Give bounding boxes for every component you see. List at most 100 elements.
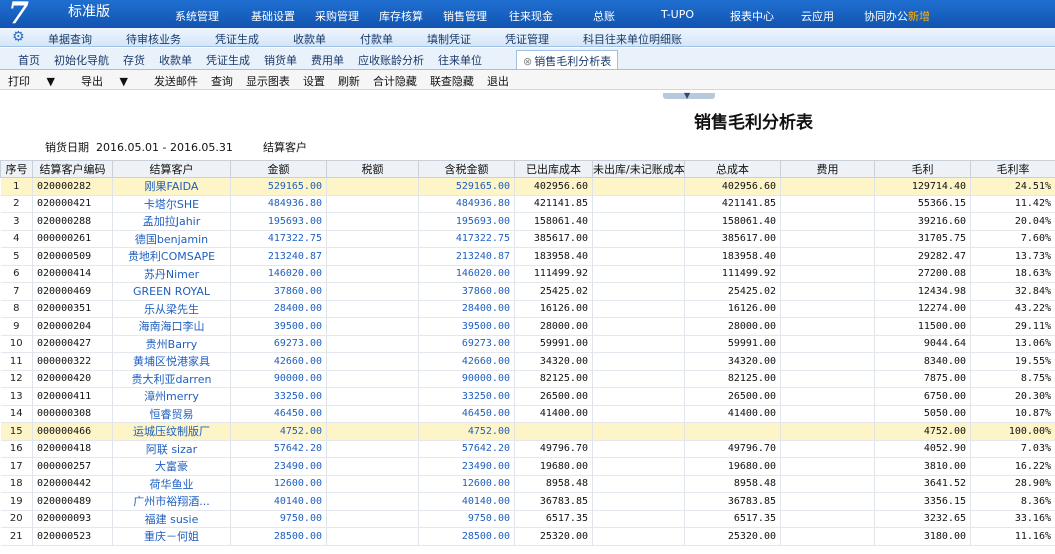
top-nav-item[interactable]: 销售管理 [443,8,487,24]
table-row[interactable]: 4 000000261 德国benjamin 417322.75 417322.75 38… [0,230,1055,248]
top-nav-item[interactable]: 基础设置 [251,8,295,24]
print-button[interactable]: 打印 ▼ [8,73,68,89]
column-header[interactable]: 金额 [230,160,327,178]
shortcut-item[interactable]: 凭证管理 [505,31,549,47]
cell-total: 57642.20 [418,440,515,458]
column-header[interactable]: 毛利 [874,160,971,178]
cell-unrec_cost [592,387,685,406]
table-row[interactable]: 13 020000411 漳州merry 33250.00 33250.00 26500.… [0,387,1055,406]
table-row[interactable]: 20 020000093 福建 susie 9750.00 9750.00 6517.35… [0,510,1055,528]
cell-out_cost: 41400.00 [514,405,593,423]
column-header[interactable]: 结算客户 [112,160,231,178]
top-nav-item[interactable]: 报表中心 [730,8,774,24]
shortcut-item[interactable]: 收款单 [293,31,326,47]
cell-fee [780,492,875,511]
shortcut-item[interactable]: 凭证生成 [215,31,259,47]
cell-total: 484936.80 [418,195,515,213]
cell-idx: 14 [0,405,33,423]
toolbar-button[interactable]: 退出 [487,73,509,89]
tab-item[interactable]: 初始化导航 [54,52,109,68]
shortcut-item[interactable]: 待审核业务 [126,31,181,47]
tab-item[interactable]: 首页 [18,52,40,68]
column-header[interactable]: 总成本 [684,160,781,178]
date-filter-label: 销货日期 [45,141,89,154]
tab-item[interactable]: 收款单 [159,52,192,68]
cell-code: 020000204 [32,317,113,336]
export-label: 导出 [80,75,103,88]
toolbar-button[interactable]: 刷新 [338,73,360,89]
cell-fee [780,335,875,353]
cell-idx: 1 [0,177,33,196]
table-row[interactable]: 11 000000322 黄埔区悦港家具 42660.00 42660.00 34320.… [0,352,1055,371]
table-row[interactable]: 1 020000282 刚果FAIDA 529165.00 529165.00 40295… [0,177,1055,196]
tab-active[interactable]: ⊗ 销售毛利分析表 [516,50,619,69]
top-nav-item[interactable]: T-UPO [661,8,694,24]
table-row[interactable]: 15 000000466 运城压纹制版厂 4752.00 4752.00 4752.00 1… [0,422,1055,441]
top-nav-item[interactable]: 往来现金 [509,8,553,24]
table-row[interactable]: 14 000000308 恒睿贸易 46450.00 46450.00 41400.00 4… [0,405,1055,423]
cell-total_cost [684,422,781,441]
tab-item[interactable]: 存货 [123,52,145,68]
tab-item[interactable]: 往来单位 [438,52,482,68]
top-nav-item[interactable]: 协同办公 [864,8,908,24]
toolbar-button[interactable]: 设置 [303,73,325,89]
cell-idx: 4 [0,230,33,248]
cell-tax [326,387,419,406]
table-header: 序号 结算客户编码 结算客户 金额 税额 含税金额 已出库成本 未出库/未记账成本 总成本 费用毛… [0,160,1055,178]
top-nav-item[interactable]: 云应用 [801,8,834,24]
table-row[interactable]: 6 020000414 苏丹Nimer 146020.00 146020.00 11149… [0,265,1055,283]
column-header[interactable]: 费用 [780,160,875,178]
chevron-down-icon[interactable]: ▼ [684,91,690,100]
table-row[interactable]: 21 020000523 重庆－何姐 28500.00 28500.00 25320.00… [0,527,1055,546]
top-nav-item[interactable]: 库存核算 [379,8,423,24]
table-row[interactable]: 12 020000420 贵大利亚darren 90000.00 90000.00 821… [0,370,1055,388]
export-button[interactable]: 导出 ▼ [81,73,141,89]
toolbar-button[interactable]: 合计隐藏 [373,73,417,89]
table-row[interactable]: 19 020000489 广州市裕翔酒... 40140.00 40140.00 3678… [0,492,1055,511]
shortcut-item[interactable]: 填制凭证 [427,31,471,47]
table-row[interactable]: 3 020000288 孟加拉Jahir 195693.00 195693.00 1580… [0,212,1055,231]
cell-total_cost: 19680.00 [684,457,781,476]
cell-total: 39500.00 [418,317,515,336]
column-header[interactable]: 未出库/未记账成本 [592,160,685,178]
table-row[interactable]: 16 020000418 阿联 sizar 57642.20 57642.20 49796… [0,440,1055,458]
column-header[interactable]: 已出库成本 [514,160,593,178]
toolbar-button[interactable]: 查询 [211,73,233,89]
toolbar-button[interactable]: 发送邮件 [154,73,198,89]
tab-item[interactable]: 应收账龄分析 [358,52,424,68]
cell-tax [326,457,419,476]
top-nav-item[interactable]: 总账 [593,8,615,24]
column-header[interactable]: 含税金额 [418,160,515,178]
cell-fee [780,177,875,196]
cell-profit: 3810.00 [874,457,971,476]
table-row[interactable]: 5 020000509 贵地利COMSAPE 213240.87 213240.87 18… [0,247,1055,266]
table-row[interactable]: 17 000000257 大富豪 23490.00 23490.00 19680.00 19… [0,457,1055,476]
shortcut-item[interactable]: 科目往来单位明细账 [583,31,682,47]
table-row[interactable]: 9 020000204 海南海口李山 39500.00 39500.00 28000.00… [0,317,1055,336]
tab-item[interactable]: 凭证生成 [206,52,250,68]
toolbar-button[interactable]: 显示图表 [246,73,290,89]
top-nav-item[interactable]: 系统管理 [175,8,219,24]
table-row[interactable]: 2 020000421 卡塔尔SHE 484936.80 484936.80 421141… [0,195,1055,213]
table-row[interactable]: 8 020000351 乐从梁先生 28400.00 28400.00 16126.00 1… [0,300,1055,318]
table-row[interactable]: 18 020000442 荷华鱼业 12600.00 12600.00 8958.48 89… [0,475,1055,493]
table-row[interactable]: 10 020000427 贵州Barry 69273.00 69273.00 59991.… [0,335,1055,353]
shortcut-item[interactable]: 单据查询 [48,31,92,47]
shortcut-item[interactable]: 付款单 [360,31,393,47]
close-icon[interactable]: ⊗ [523,55,532,68]
cell-out_cost: 36783.85 [514,492,593,511]
column-header[interactable]: 序号 [0,160,33,178]
cell-code: 020000418 [32,440,113,458]
toolbar-button[interactable]: 联查隐藏 [430,73,474,89]
top-nav-item[interactable]: 采购管理 [315,8,359,24]
column-header[interactable]: 结算客户编码 [32,160,113,178]
table-row[interactable]: 7 020000469 GREEN ROYAL 37860.00 37860.00 254… [0,282,1055,301]
cell-code: 020000523 [32,527,113,546]
gear-icon[interactable]: ⚙ [12,29,25,45]
tab-item[interactable]: 费用单 [311,52,344,68]
cell-amount: 213240.87 [230,247,327,266]
column-header[interactable]: 毛利率 [970,160,1055,178]
tab-item[interactable]: 销货单 [264,52,297,68]
column-header[interactable]: 税额 [326,160,419,178]
cell-tax [326,492,419,511]
